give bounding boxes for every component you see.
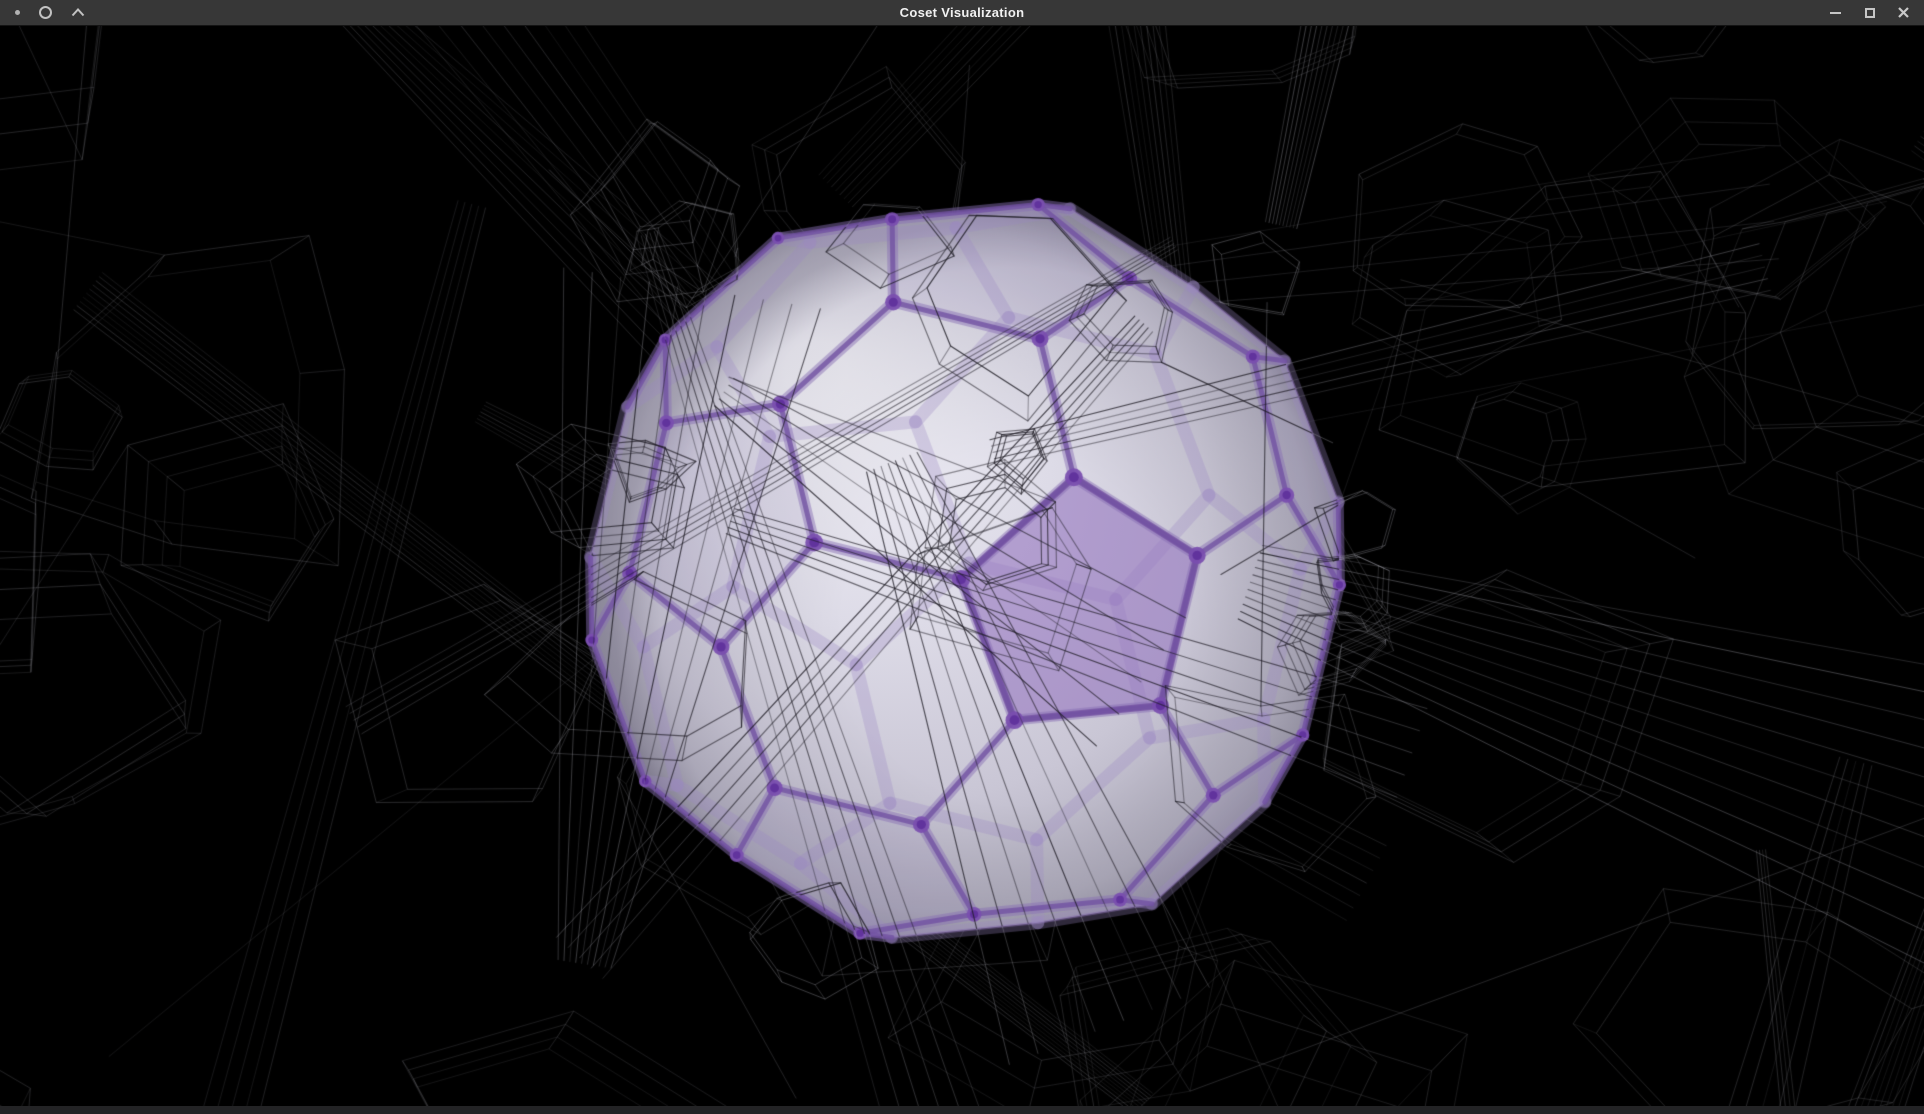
visualization-canvas[interactable] xyxy=(0,26,1924,1106)
window-controls xyxy=(1828,5,1924,20)
app-window: Coset Visualization xyxy=(0,0,1924,1114)
chevron-up-icon[interactable] xyxy=(71,8,85,17)
circle-icon[interactable] xyxy=(39,6,52,19)
window-bottom-border xyxy=(0,1106,1924,1114)
close-button[interactable] xyxy=(1896,5,1911,20)
status-dot-icon xyxy=(15,10,20,15)
window-title: Coset Visualization xyxy=(0,0,1924,25)
maximize-button[interactable] xyxy=(1862,5,1877,20)
minimize-button[interactable] xyxy=(1828,5,1843,20)
titlebar[interactable]: Coset Visualization xyxy=(0,0,1924,26)
titlebar-left-icons xyxy=(0,6,85,19)
maximize-icon xyxy=(1865,8,1875,18)
close-icon xyxy=(1897,6,1910,19)
minimize-icon xyxy=(1830,12,1841,14)
